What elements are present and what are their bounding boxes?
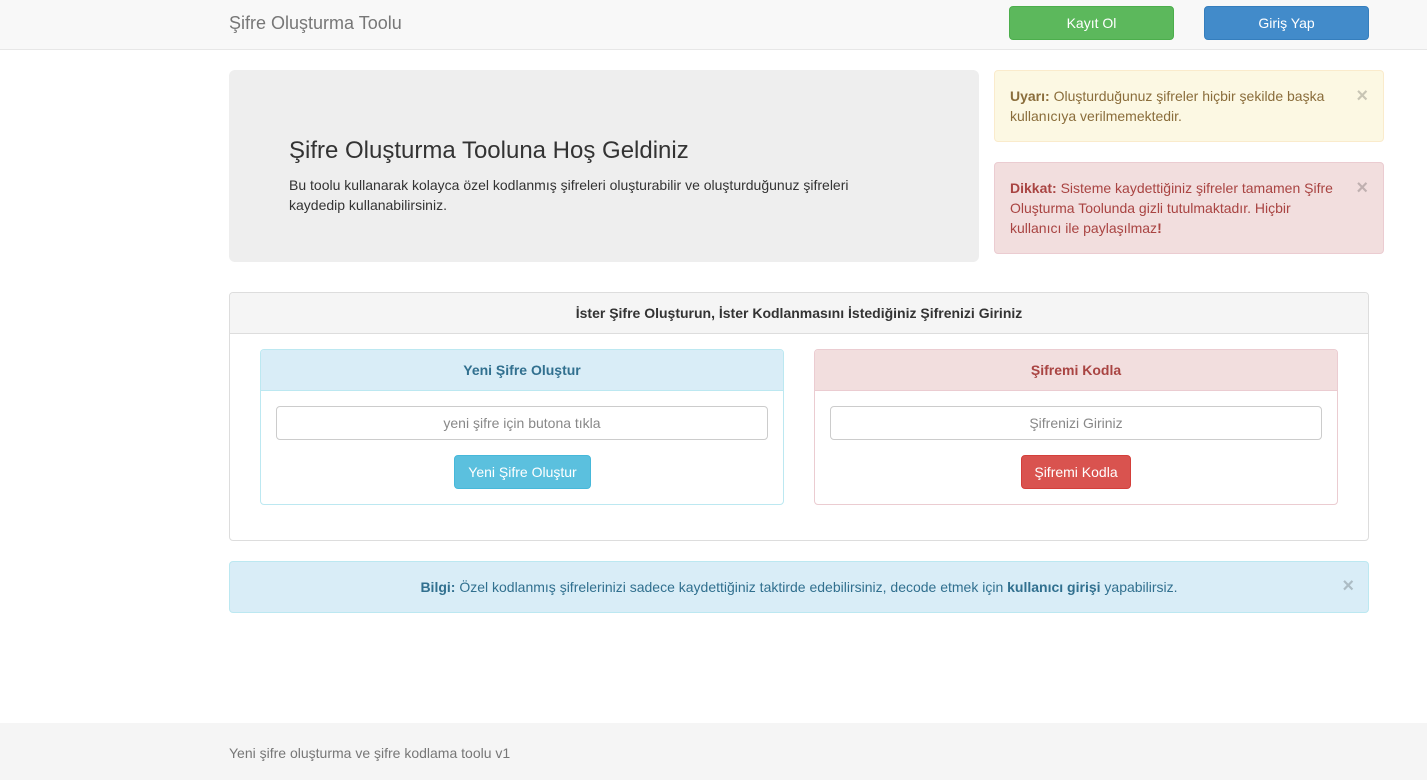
- encode-password-button[interactable]: Şifremi Kodla: [1021, 455, 1131, 489]
- welcome-text: Bu toolu kullanarak kolayca özel kodlanm…: [289, 177, 849, 213]
- generate-panel-heading: Yeni Şifre Oluştur: [261, 350, 783, 391]
- danger-exclamation: !: [1157, 220, 1162, 236]
- footer-text: Yeni şifre oluşturma ve şifre kodlama to…: [229, 745, 511, 761]
- generated-password-input[interactable]: [276, 406, 768, 440]
- close-icon[interactable]: ×: [1356, 178, 1368, 198]
- warning-text: Oluşturduğunuz şifreler hiçbir şekilde b…: [1010, 88, 1325, 124]
- warning-label: Uyarı:: [1010, 88, 1050, 104]
- info-text: Özel kodlanmış şifrelerinizi sadece kayd…: [455, 579, 1008, 595]
- close-icon[interactable]: ×: [1342, 576, 1354, 596]
- brand-title[interactable]: Şifre Oluşturma Toolu: [229, 13, 402, 34]
- welcome-title: Şifre Oluşturma Tooluna Hoş Geldiniz: [289, 137, 689, 164]
- warning-alert: × Uyarı: Oluşturduğunuz şifreler hiçbir …: [994, 70, 1384, 142]
- info-tail: yapabilirsiz.: [1100, 579, 1178, 595]
- welcome-jumbotron: Şifre Oluşturma Tooluna Hoş Geldiniz Bu …: [229, 70, 979, 262]
- password-tools-panel: İster Şifre Oluşturun, İster Kodlanmasın…: [229, 292, 1369, 541]
- info-alert: × Bilgi: Özel kodlanmış şifrelerinizi sa…: [229, 561, 1369, 613]
- generate-password-button[interactable]: Yeni Şifre Oluştur: [454, 455, 591, 489]
- danger-alert: × Dikkat: Sisteme kaydettiğiniz şifreler…: [994, 162, 1384, 254]
- footer: Yeni şifre oluşturma ve şifre kodlama to…: [0, 723, 1427, 780]
- password-input[interactable]: [830, 406, 1322, 440]
- encode-password-panel: Şifremi Kodla Şifremi Kodla: [814, 349, 1338, 505]
- user-login-link[interactable]: kullanıcı girişi: [1007, 579, 1100, 595]
- panel-heading: İster Şifre Oluşturun, İster Kodlanmasın…: [230, 293, 1368, 334]
- encode-panel-heading: Şifremi Kodla: [815, 350, 1337, 391]
- close-icon[interactable]: ×: [1356, 86, 1368, 106]
- navbar: Şifre Oluşturma Toolu Kayıt Ol Giriş Yap: [0, 0, 1427, 50]
- danger-label: Dikkat:: [1010, 180, 1057, 196]
- generate-password-panel: Yeni Şifre Oluştur Yeni Şifre Oluştur: [260, 349, 784, 505]
- info-label: Bilgi:: [420, 579, 456, 595]
- danger-text: Sisteme kaydettiğiniz şifreler tamamen Ş…: [1010, 180, 1333, 236]
- register-button[interactable]: Kayıt Ol: [1009, 6, 1174, 40]
- login-button[interactable]: Giriş Yap: [1204, 6, 1369, 40]
